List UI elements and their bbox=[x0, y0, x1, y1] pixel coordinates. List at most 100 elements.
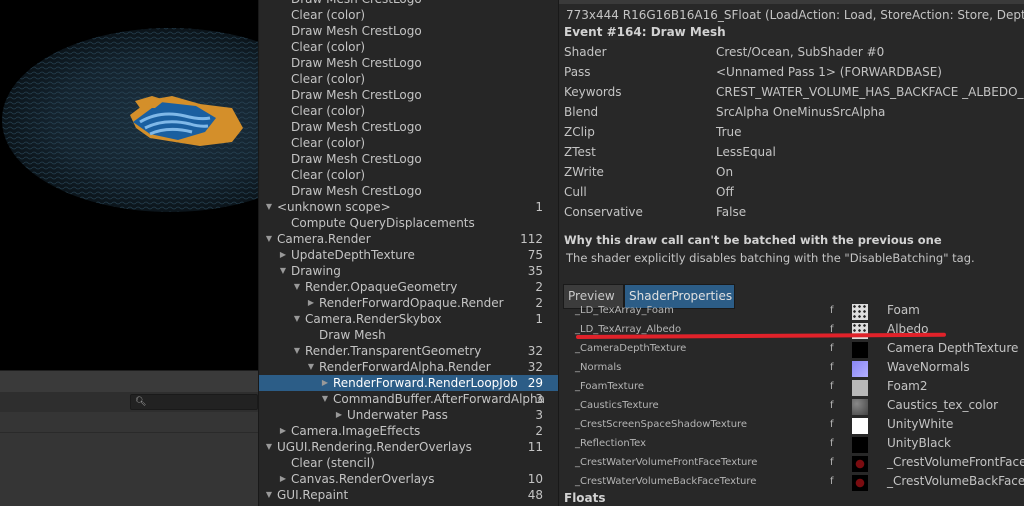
property-value: True bbox=[716, 125, 742, 139]
event-title: Event #164: Draw Mesh bbox=[564, 25, 726, 39]
tree-row-label: Canvas.RenderOverlays bbox=[291, 472, 435, 486]
expanded-arrow-icon[interactable]: ▼ bbox=[264, 199, 274, 215]
property-type: f bbox=[830, 362, 834, 373]
collapsed-arrow-icon[interactable]: ▶ bbox=[278, 423, 288, 439]
tree-row-label: UpdateDepthTexture bbox=[291, 248, 415, 262]
texture-thumbnail[interactable] bbox=[852, 342, 868, 358]
tree-row[interactable]: ▼ Camera.RenderSkybox 1 bbox=[259, 311, 559, 327]
tree-row[interactable]: ▼ GUI.Repaint 48 bbox=[259, 487, 559, 503]
texture-thumbnail[interactable] bbox=[852, 380, 868, 396]
tree-row[interactable]: ▶ RenderForwardOpaque.Render 2 bbox=[259, 295, 559, 311]
texture-thumbnail[interactable] bbox=[852, 304, 868, 320]
tree-row[interactable]: Draw Mesh bbox=[259, 327, 559, 343]
property-value: False bbox=[716, 205, 747, 219]
property-type: f bbox=[830, 400, 834, 411]
property-type: f bbox=[830, 343, 834, 354]
property-type: f bbox=[830, 381, 834, 392]
tree-row-count: 3 bbox=[535, 408, 543, 422]
texture-name: _CrestVolumeBackFaceT bbox=[887, 474, 1024, 488]
texture-name: Caustics_tex_color bbox=[887, 398, 999, 412]
tree-row-label: RenderForward.RenderLoopJob bbox=[333, 376, 518, 390]
tree-row-count: 10 bbox=[527, 472, 543, 486]
collapsed-arrow-icon[interactable]: ▶ bbox=[278, 471, 288, 487]
tree-row[interactable]: ▶ Canvas.RenderOverlays 10 bbox=[259, 471, 559, 487]
tree-row[interactable]: Draw Mesh CrestLogo bbox=[259, 151, 559, 167]
search-input[interactable]: 🔍︎ bbox=[130, 394, 258, 410]
tree-row[interactable]: Clear (stencil) bbox=[259, 455, 559, 471]
shader-texture-property: _CausticsTexture bbox=[575, 400, 659, 411]
tree-row[interactable]: Draw Mesh CrestLogo bbox=[259, 183, 559, 199]
tree-row[interactable]: ▼ Render.TransparentGeometry 32 bbox=[259, 343, 559, 359]
tree-row[interactable]: Draw Mesh CrestLogo bbox=[259, 0, 559, 7]
tree-row-label: Clear (color) bbox=[291, 8, 366, 22]
tree-row[interactable]: Clear (color) bbox=[259, 103, 559, 119]
shader-texture-property: _ReflectionTex bbox=[575, 438, 647, 449]
property-value: Off bbox=[716, 185, 734, 199]
texture-thumbnail[interactable] bbox=[852, 456, 868, 472]
tree-row-label: UGUI.Rendering.RenderOverlays bbox=[277, 440, 472, 454]
expanded-arrow-icon[interactable]: ▼ bbox=[306, 359, 316, 375]
tree-row-count: 48 bbox=[527, 488, 543, 502]
expanded-arrow-icon[interactable]: ▼ bbox=[292, 311, 302, 327]
tree-row[interactable]: Clear (color) bbox=[259, 7, 559, 23]
collapsed-arrow-icon[interactable]: ▶ bbox=[334, 407, 344, 423]
tree-row-label: Render.TransparentGeometry bbox=[305, 344, 482, 358]
expanded-arrow-icon[interactable]: ▼ bbox=[320, 391, 330, 407]
tree-row-label: Clear (stencil) bbox=[291, 456, 375, 470]
collapsed-arrow-icon[interactable]: ▶ bbox=[306, 295, 316, 311]
tree-row[interactable]: ▼ CommandBuffer.AfterForwardAlpha 3 bbox=[259, 391, 559, 407]
property-value: On bbox=[716, 165, 734, 179]
tree-row-label: Drawing bbox=[291, 264, 341, 278]
property-key: Pass bbox=[564, 65, 591, 79]
expanded-arrow-icon[interactable]: ▼ bbox=[292, 279, 302, 295]
event-inspector: 773x444 R16G16B16A16_SFloat (LoadAction:… bbox=[558, 0, 1024, 506]
texture-thumbnail[interactable] bbox=[852, 361, 868, 377]
texture-thumbnail[interactable] bbox=[852, 475, 868, 491]
tree-row-label: <unknown scope> bbox=[277, 200, 391, 214]
tree-row[interactable]: Clear (color) bbox=[259, 135, 559, 151]
expanded-arrow-icon[interactable]: ▼ bbox=[292, 343, 302, 359]
tree-row[interactable]: Clear (color) bbox=[259, 39, 559, 55]
tree-row[interactable]: ▼ <unknown scope> 1 bbox=[259, 199, 559, 215]
property-value: CREST_WATER_VOLUME_HAS_BACKFACE _ALBEDO_… bbox=[716, 85, 1024, 99]
expanded-arrow-icon[interactable]: ▼ bbox=[278, 263, 288, 279]
tree-row[interactable]: ▼ Drawing 35 bbox=[259, 263, 559, 279]
tree-row-label: Draw Mesh CrestLogo bbox=[291, 152, 422, 166]
tree-row[interactable]: Draw Mesh CrestLogo bbox=[259, 119, 559, 135]
texture-thumbnail[interactable] bbox=[852, 437, 868, 453]
tree-row-count: 11 bbox=[527, 440, 543, 454]
collapsed-arrow-icon[interactable]: ▶ bbox=[278, 247, 288, 263]
tree-row[interactable]: ▶ Camera.ImageEffects 2 bbox=[259, 423, 559, 439]
texture-thumbnail[interactable] bbox=[852, 418, 868, 434]
tree-row[interactable]: ▼ Camera.Render 112 bbox=[259, 231, 559, 247]
texture-thumbnail[interactable] bbox=[852, 399, 868, 415]
property-value: <Unnamed Pass 1> (FORWARDBASE) bbox=[716, 65, 942, 79]
property-value: Crest/Ocean, SubShader #0 bbox=[716, 45, 885, 59]
tree-row-selected[interactable]: ▶ RenderForward.RenderLoopJob 29 bbox=[259, 375, 559, 391]
tree-row-label: Draw Mesh CrestLogo bbox=[291, 24, 422, 38]
texture-name: Camera DepthTexture bbox=[887, 341, 1019, 355]
tree-row[interactable]: Clear (color) bbox=[259, 167, 559, 183]
tree-row-count: 35 bbox=[527, 264, 543, 278]
expanded-arrow-icon[interactable]: ▼ bbox=[264, 487, 274, 503]
tree-row[interactable]: Compute QueryDisplacements bbox=[259, 215, 559, 231]
property-value: SrcAlpha OneMinusSrcAlpha bbox=[716, 105, 886, 119]
tree-row[interactable]: ▼ RenderForwardAlpha.Render 32 bbox=[259, 359, 559, 375]
tree-row-label: Clear (color) bbox=[291, 72, 366, 86]
tree-row[interactable]: Draw Mesh CrestLogo bbox=[259, 23, 559, 39]
render-target-info: 773x444 R16G16B16A16_SFloat (LoadAction:… bbox=[566, 8, 1024, 22]
tree-row[interactable]: ▼ UGUI.Rendering.RenderOverlays 11 bbox=[259, 439, 559, 455]
tree-row[interactable]: Draw Mesh CrestLogo bbox=[259, 87, 559, 103]
tree-row[interactable]: Draw Mesh CrestLogo bbox=[259, 55, 559, 71]
tree-row[interactable]: ▶ Underwater Pass 3 bbox=[259, 407, 559, 423]
tree-row[interactable]: ▼ Render.OpaqueGeometry 2 bbox=[259, 279, 559, 295]
expanded-arrow-icon[interactable]: ▼ bbox=[264, 231, 274, 247]
expanded-arrow-icon[interactable]: ▼ bbox=[264, 439, 274, 455]
search-bar: 🔍︎ bbox=[0, 392, 258, 413]
property-type: f bbox=[830, 419, 834, 430]
tree-row[interactable]: Clear (color) bbox=[259, 71, 559, 87]
tree-row[interactable]: ▶ UpdateDepthTexture 75 bbox=[259, 247, 559, 263]
property-key: Blend bbox=[564, 105, 599, 119]
tree-row-label: GUI.Repaint bbox=[277, 488, 349, 502]
collapsed-arrow-icon[interactable]: ▶ bbox=[320, 375, 330, 391]
